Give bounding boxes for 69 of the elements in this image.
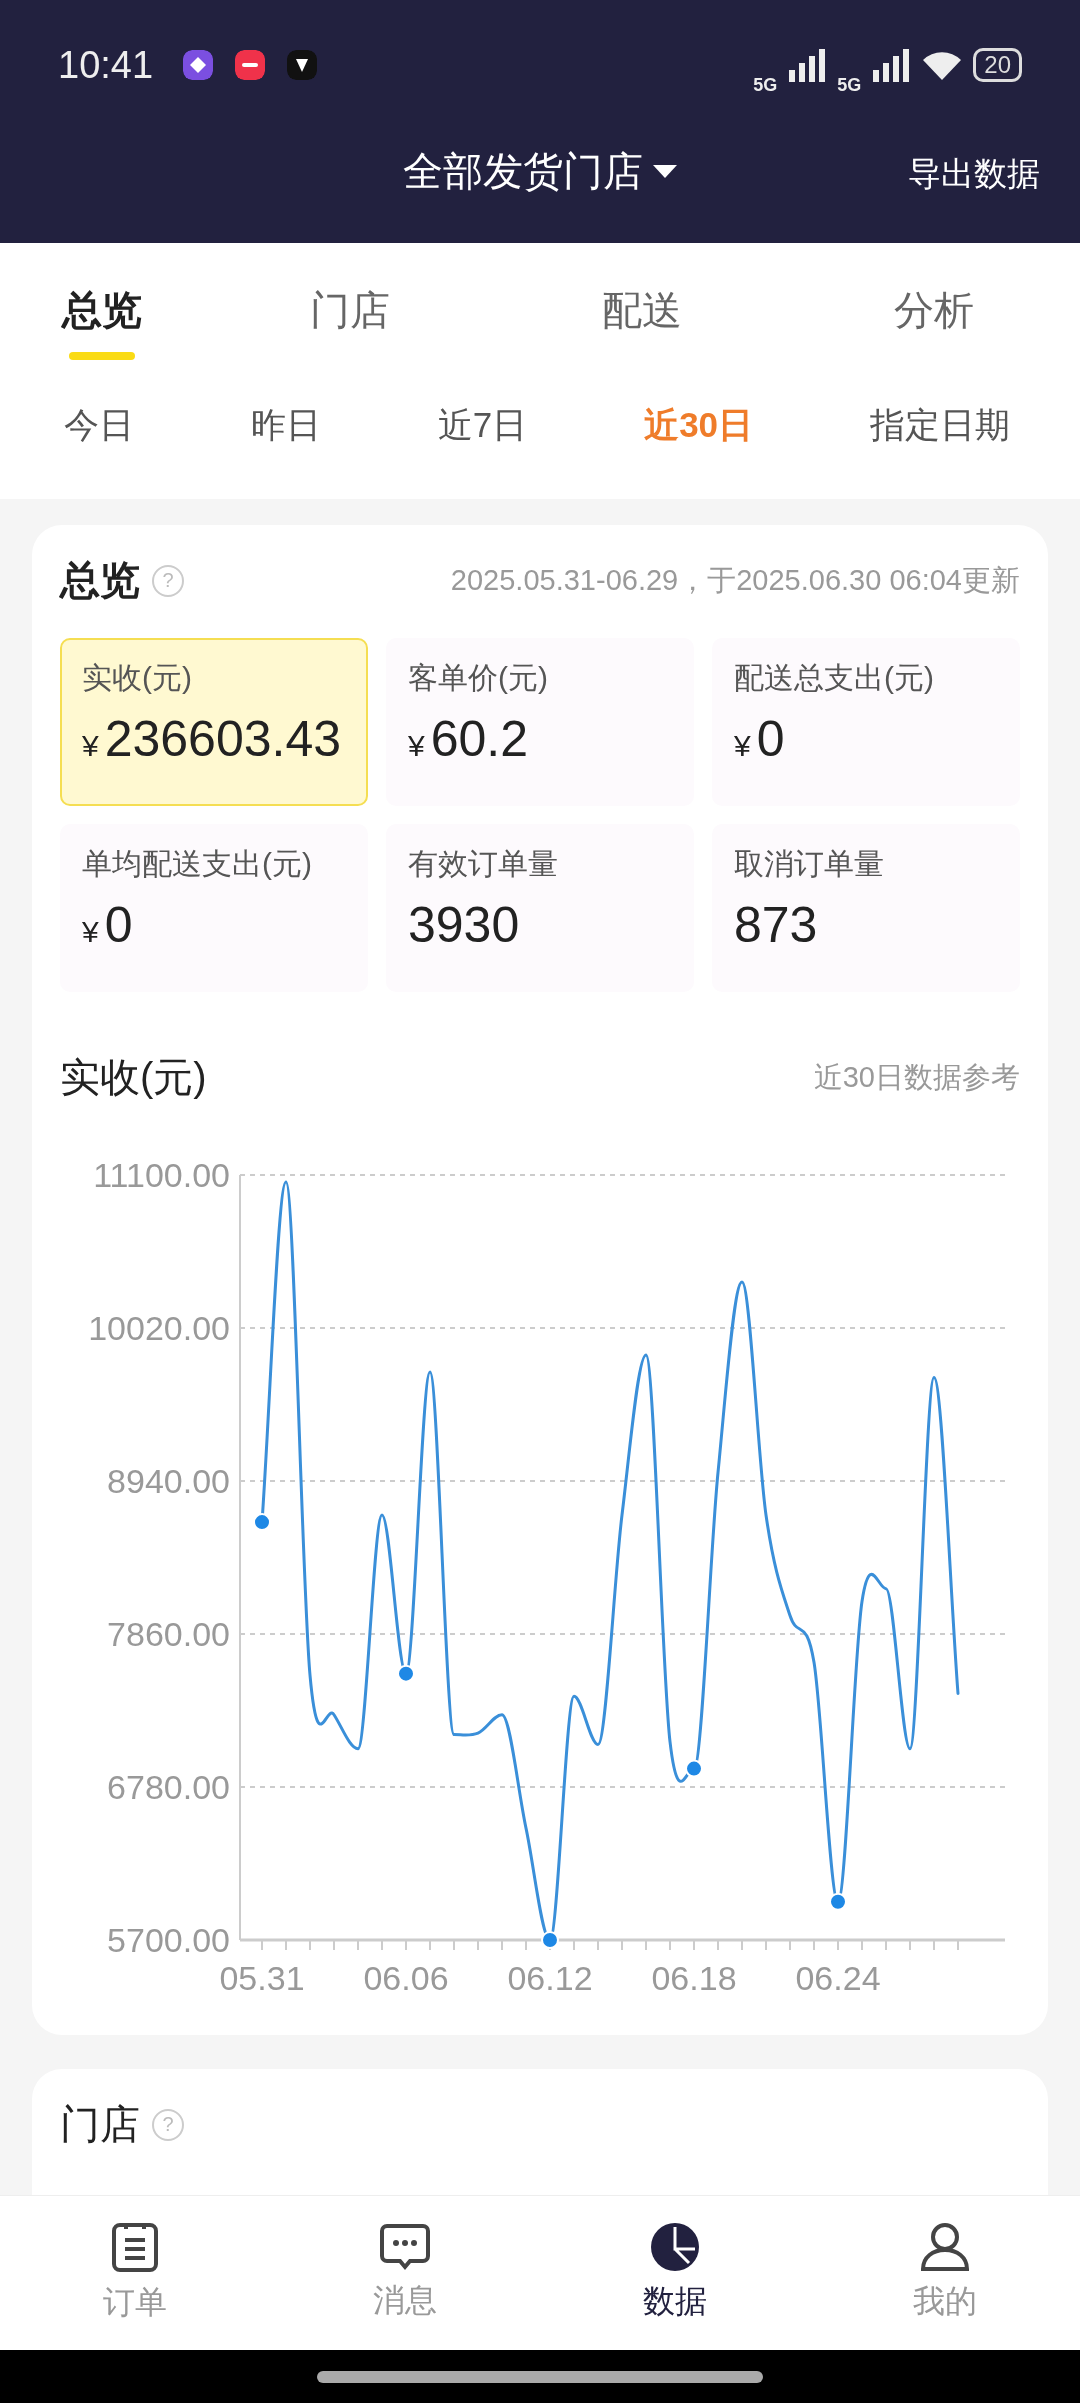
data-point [541,1931,559,1949]
app-icon [183,50,214,80]
section-title: 门店 [60,2101,140,2148]
battery-icon: 20 [973,48,1022,82]
tab[interactable]: 门店 [204,243,497,373]
currency-symbol: ¥ [408,729,425,762]
metric-card[interactable]: 客单价(元) ¥60.2 [386,638,694,806]
x-axis-label: 06.12 [507,1959,593,1997]
y-axis-label: 7860.00 [107,1615,230,1653]
y-axis-label: 8940.00 [107,1462,230,1500]
network-label: 5G [753,74,778,96]
tab[interactable]: 总览 [0,243,205,373]
app-icon [287,50,318,80]
metric-card[interactable]: 实收(元) ¥236603.43 [60,638,368,806]
metric-value: 236603.43 [104,711,342,767]
person-icon [919,2222,971,2272]
signal-icon [787,48,828,82]
x-axis-label: 05.31 [219,1959,305,1997]
metric-label: 实收(元) [82,660,193,696]
metric-card[interactable]: 有效订单量 3930 [386,824,694,992]
clipboard-icon [111,2221,159,2273]
tab[interactable]: 分析 [788,243,1080,373]
metric-label: 取消订单量 [734,846,885,882]
metric-label: 客单价(元) [408,660,549,696]
data-point [397,1664,415,1683]
metric-value: 0 [104,897,133,953]
metric-card[interactable]: 配送总支出(元) ¥0 [712,638,1020,806]
data-point [685,1759,703,1778]
section-title: 总览 [60,557,140,604]
signal-icon [871,48,912,82]
chat-icon [379,2223,431,2271]
currency-symbol: ¥ [82,729,99,762]
metric-value: 0 [756,711,785,767]
nav-item[interactable]: 数据 [540,2196,810,2350]
network-label: 5G [837,74,862,96]
metric-value: 3930 [408,897,520,953]
store-selector[interactable]: 全部发货门店 [403,144,677,199]
update-note: 2025.05.31-06.29，于2025.06.30 06:04更新 [450,562,1020,598]
y-axis-label: 11100.00 [93,1156,230,1194]
y-axis-label: 10020.00 [88,1309,230,1347]
x-axis-label: 06.18 [651,1959,737,1997]
home-indicator[interactable] [317,2370,763,2383]
pie-chart-icon [650,2222,700,2272]
x-axis-label: 06.06 [363,1959,449,1997]
metric-value: 60.2 [430,711,528,767]
caret-icon [653,164,677,179]
date-filter[interactable]: 近7日 [437,401,528,449]
currency-symbol: ¥ [82,915,99,948]
y-axis-label: 6780.00 [107,1768,230,1806]
chart-note: 近30日数据参考 [813,1059,1020,1095]
tab[interactable]: 配送 [496,243,789,373]
x-axis-label: 06.24 [795,1959,881,1997]
data-point [829,1892,847,1911]
metric-value: 873 [734,897,818,953]
date-filter[interactable]: 今日 [64,401,134,449]
currency-symbol: ¥ [734,729,751,762]
metric-card[interactable]: 单均配送支出(元) ¥0 [60,824,368,992]
data-point [253,1513,271,1532]
metric-label: 有效订单量 [408,846,559,882]
metric-card[interactable]: 取消订单量 873 [712,824,1020,992]
metric-label: 单均配送支出(元) [82,846,313,882]
date-filter[interactable]: 昨日 [250,401,321,449]
metric-label: 配送总支出(元) [734,660,935,696]
export-data-link[interactable]: 导出数据 [908,152,1040,197]
chart-title: 实收(元) [60,1054,207,1101]
status-time: 10:41 [58,43,154,87]
y-axis-label: 5700.00 [107,1921,230,1959]
date-filter[interactable]: 指定日期 [869,401,1010,449]
app-icon [235,50,266,80]
